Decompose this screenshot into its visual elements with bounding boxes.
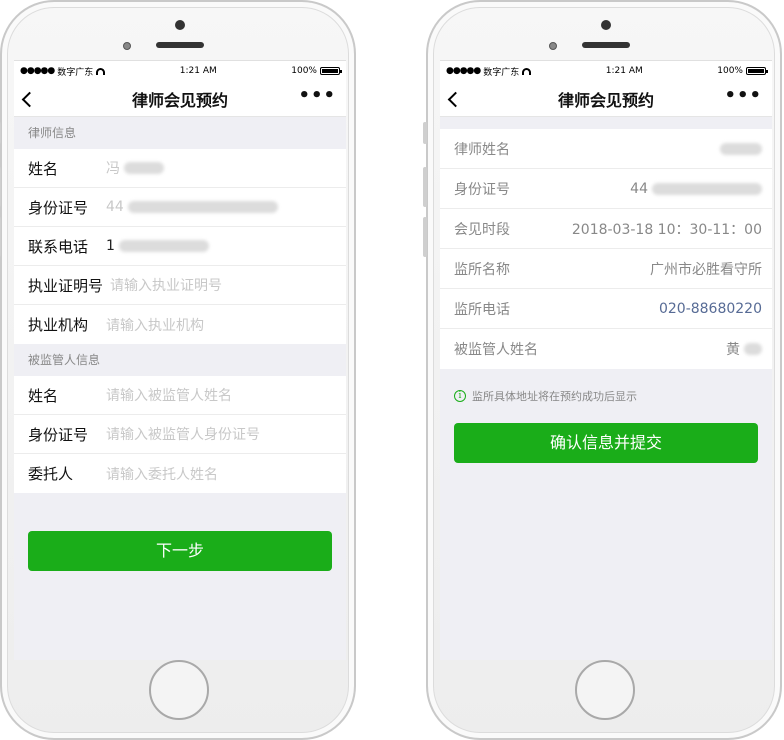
- speaker: [582, 42, 630, 48]
- notice-text: 监所具体地址将在预约成功后显示: [472, 390, 637, 403]
- detail-value: 广州市必胜看守所: [650, 261, 762, 278]
- redacted-mask: [124, 162, 164, 174]
- more-icon[interactable]: •••: [724, 87, 762, 105]
- back-chevron-icon[interactable]: [446, 81, 476, 117]
- volume-down-button: [0, 217, 1, 257]
- volume-up-button: [0, 167, 1, 207]
- status-time: 1:21 AM: [605, 66, 643, 76]
- carrier-label: 数字广东: [57, 67, 94, 78]
- lawyer-section-label: 律师信息: [14, 117, 346, 149]
- field-label: 身份证号: [28, 425, 89, 444]
- screen-left: ●●●●● 数字广东 1:21 AM 100% 律师会见预约 ••• 律师信息 …: [14, 60, 346, 660]
- next-step-button[interactable]: 下一步: [28, 531, 332, 571]
- more-icon[interactable]: •••: [298, 87, 336, 105]
- home-button[interactable]: [149, 660, 209, 720]
- info-icon: i: [454, 390, 466, 402]
- status-bar: ●●●●● 数字广东 1:21 AM 100%: [440, 61, 772, 81]
- back-chevron-icon[interactable]: [20, 81, 50, 117]
- lawyer-id-value: 44: [106, 199, 124, 215]
- detail-row-lawyer-id: 身份证号 44: [440, 169, 772, 209]
- front-camera: [123, 42, 131, 50]
- address-notice: i 监所具体地址将在预约成功后显示: [440, 369, 772, 409]
- volume-down-button: [423, 217, 427, 257]
- redacted-mask: [744, 343, 762, 355]
- lawyer-name-field[interactable]: 姓名 冯: [14, 149, 346, 188]
- phone-right: ●●●●● 数字广东 1:21 AM 100% 律师会见预约 ••• 律师姓名 …: [423, 0, 782, 740]
- battery-icon: [319, 67, 342, 75]
- law-firm-placeholder: 请输入执业机构: [106, 317, 204, 334]
- battery-icon: [745, 67, 768, 75]
- status-time: 1:21 AM: [179, 66, 217, 76]
- camera: [601, 20, 611, 30]
- confirm-submit-button[interactable]: 确认信息并提交: [454, 423, 758, 463]
- battery-percent: 100%: [717, 66, 743, 76]
- detail-row-facility-phone[interactable]: 监所电话 020-88680220: [440, 289, 772, 329]
- detainee-id-field[interactable]: 身份证号 请输入被监管人身份证号: [14, 415, 346, 454]
- detainee-form: 姓名 请输入被监管人姓名 身份证号 请输入被监管人身份证号 委托人 请输入委托人…: [14, 376, 346, 493]
- camera: [175, 20, 185, 30]
- license-number-field[interactable]: 执业证明号 请输入执业证明号: [14, 266, 346, 305]
- mute-switch: [0, 122, 1, 144]
- screen-right: ●●●●● 数字广东 1:21 AM 100% 律师会见预约 ••• 律师姓名 …: [440, 60, 772, 660]
- detail-row-lawyer-name: 律师姓名: [440, 129, 772, 169]
- field-label: 姓名: [28, 386, 59, 405]
- client-name-field[interactable]: 委托人 请输入委托人姓名: [14, 454, 346, 493]
- signal-dots-icon: ●●●●●: [446, 66, 481, 76]
- detainee-id-placeholder: 请输入被监管人身份证号: [106, 427, 260, 443]
- signal-dots-icon: ●●●●●: [20, 66, 55, 76]
- lawyer-phone-field[interactable]: 联系电话 1: [14, 227, 346, 266]
- redacted-mask: [720, 142, 762, 155]
- detainee-name-field[interactable]: 姓名 请输入被监管人姓名: [14, 376, 346, 415]
- carrier-label: 数字广东: [483, 67, 520, 78]
- detainee-section-label: 被监管人信息: [14, 344, 346, 376]
- confirm-details: 律师姓名 身份证号 44 会见时段 2018-03-18 10：30-11：00…: [440, 129, 772, 369]
- front-camera: [549, 42, 557, 50]
- section-spacer: [440, 117, 772, 129]
- redacted-mask: [118, 240, 209, 252]
- detail-value: [716, 142, 762, 155]
- wifi-icon: [96, 67, 106, 75]
- lawyer-phone-value: 1: [106, 238, 115, 254]
- lawyer-form: 姓名 冯 身份证号 44 联系电话 1 执业证明号 请输入执业证明号 执业机构 …: [14, 149, 346, 344]
- detail-label: 身份证号: [454, 181, 510, 198]
- detail-label: 监所电话: [454, 301, 510, 318]
- detail-row-detainee-name: 被监管人姓名 黄: [440, 329, 772, 369]
- page-title: 律师会见预约: [557, 90, 654, 110]
- detail-value: 44: [630, 181, 762, 197]
- detail-label: 会见时段: [454, 221, 510, 238]
- wifi-icon: [522, 67, 532, 75]
- license-number-placeholder: 请输入执业证明号: [110, 278, 222, 294]
- redacted-mask: [127, 201, 278, 213]
- detail-row-visit-time: 会见时段 2018-03-18 10：30-11：00: [440, 209, 772, 249]
- detail-label: 律师姓名: [454, 141, 510, 158]
- field-label: 执业证明号: [28, 276, 104, 295]
- redacted-mask: [652, 182, 762, 195]
- client-name-placeholder: 请输入委托人姓名: [106, 466, 218, 483]
- field-label: 身份证号: [28, 198, 89, 217]
- detail-label: 被监管人姓名: [454, 342, 538, 358]
- nav-bar: 律师会见预约 •••: [440, 81, 772, 117]
- lawyer-name-value: 冯: [106, 161, 120, 177]
- field-label: 联系电话: [28, 237, 89, 256]
- page-title: 律师会见预约: [131, 90, 228, 110]
- status-bar: ●●●●● 数字广东 1:21 AM 100%: [14, 61, 346, 81]
- law-firm-field[interactable]: 执业机构 请输入执业机构: [14, 305, 346, 344]
- detail-value: 2018-03-18 10：30-11：00: [571, 221, 762, 238]
- detainee-name-placeholder: 请输入被监管人姓名: [106, 388, 232, 404]
- volume-up-button: [423, 167, 427, 207]
- facility-phone-link[interactable]: 020-88680220: [659, 301, 762, 317]
- detail-label: 监所名称: [454, 261, 510, 278]
- field-label: 执业机构: [28, 316, 89, 334]
- battery-percent: 100%: [291, 66, 317, 76]
- detail-row-facility-name: 监所名称 广州市必胜看守所: [440, 249, 772, 289]
- field-label: 姓名: [28, 159, 59, 178]
- mute-switch: [423, 122, 427, 144]
- speaker: [156, 42, 204, 48]
- home-button[interactable]: [575, 660, 635, 720]
- detail-value: 黄: [726, 339, 762, 359]
- lawyer-id-field[interactable]: 身份证号 44: [14, 188, 346, 227]
- phone-left: ●●●●● 数字广东 1:21 AM 100% 律师会见预约 ••• 律师信息 …: [0, 0, 356, 740]
- field-label: 委托人: [28, 465, 74, 483]
- nav-bar: 律师会见预约 •••: [14, 81, 346, 117]
